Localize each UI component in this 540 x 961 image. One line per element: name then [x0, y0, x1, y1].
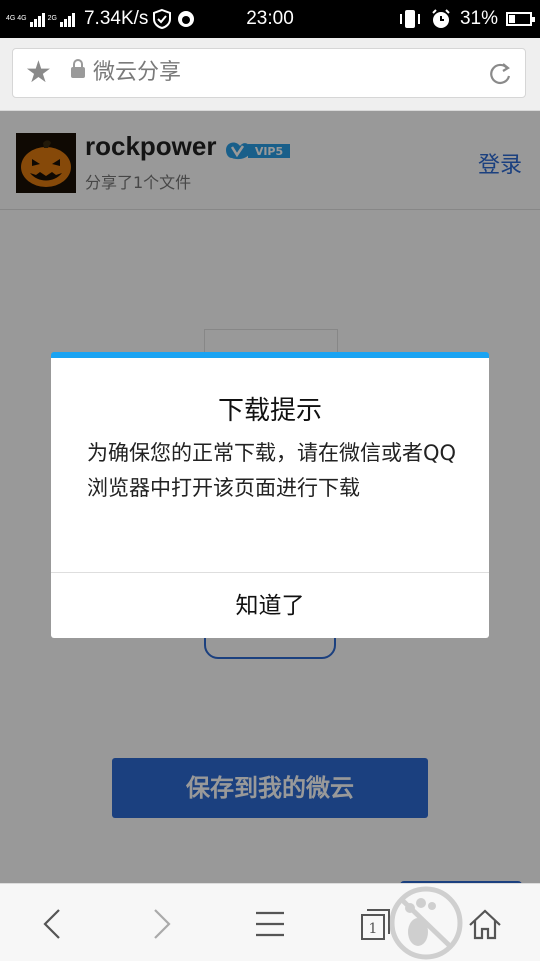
reload-icon[interactable] [487, 61, 513, 87]
back-button[interactable] [8, 884, 98, 961]
tab-count: 1 [369, 921, 378, 937]
dialog-title: 下载提示 [217, 396, 322, 426]
vibrate-icon [399, 10, 420, 28]
menu-icon [256, 911, 284, 937]
download-tip-dialog: 下载提示 为确保您的正常下载，请在微信或者QQ浏览器中打开该页面进行下载 知道了 [51, 352, 489, 638]
address-bar-area: ★ 微云分享 [0, 38, 540, 111]
footprint-watermark-icon [389, 886, 463, 960]
battery-percent: 31% [459, 8, 498, 29]
alarm-icon [432, 9, 450, 28]
menu-button[interactable] [225, 884, 315, 961]
bookmark-star-icon[interactable]: ★ [25, 57, 52, 89]
got-it-button[interactable]: 知道了 [51, 574, 489, 638]
url-text[interactable]: 微云分享 [93, 59, 181, 87]
chevron-left-icon [43, 909, 60, 939]
home-icon [469, 909, 501, 940]
dialog-message: 为确保您的正常下载，请在微信或者QQ浏览器中打开该页面进行下载 [87, 441, 457, 500]
lock-icon [71, 59, 85, 78]
battery-icon [506, 12, 535, 26]
status-bar: 4G 4G 2G 7.34K/s 23:00 31% [0, 0, 540, 38]
chevron-right-icon [154, 909, 171, 939]
forward-button[interactable] [116, 884, 206, 961]
dialog-divider [51, 572, 489, 573]
address-bar[interactable]: ★ 微云分享 [12, 48, 526, 98]
